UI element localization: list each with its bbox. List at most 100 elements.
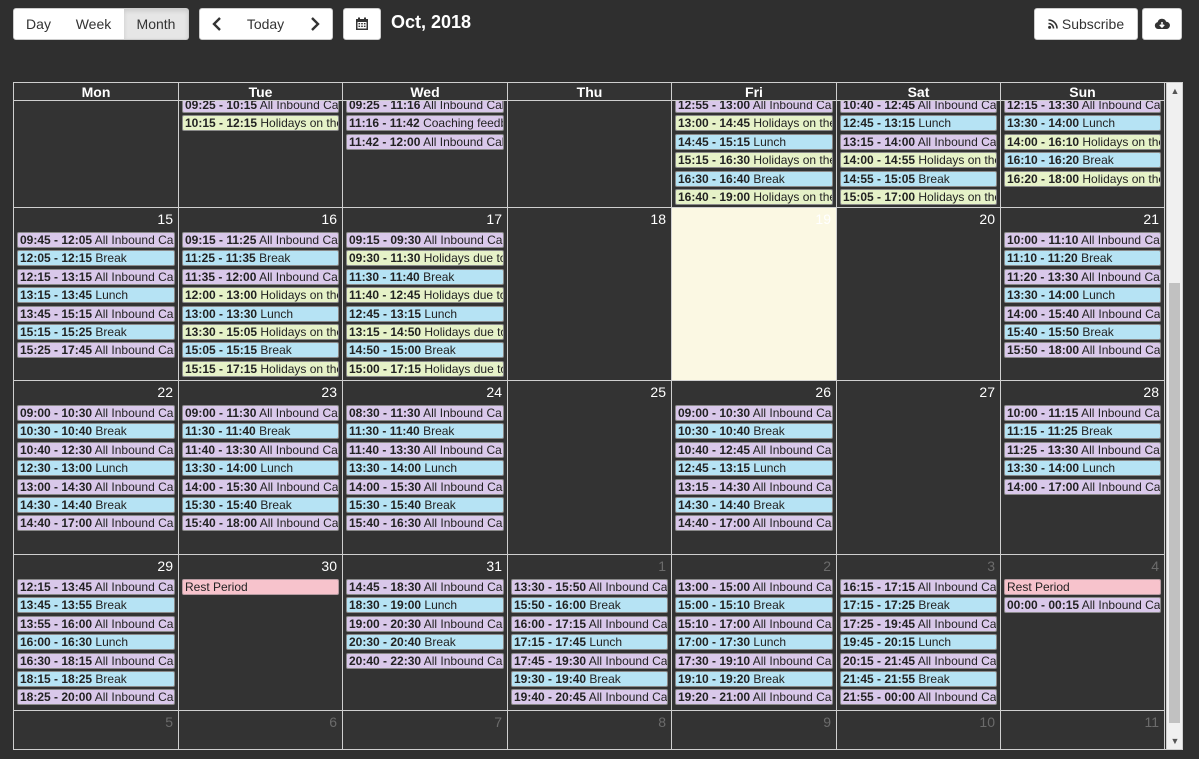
calendar-event[interactable]: 15:40 - 15:50 Break xyxy=(1004,324,1161,340)
calendar-event[interactable]: 15:40 - 18:00 All Inbound Ca xyxy=(182,515,339,532)
calendar-event[interactable]: 13:30 - 14:00 Lunch xyxy=(182,460,339,477)
calendar-event[interactable]: 09:25 - 10:15 All Inbound Ca xyxy=(182,101,339,113)
calendar-event[interactable]: 09:00 - 11:30 All Inbound Ca xyxy=(182,405,339,421)
calendar-event[interactable]: 16:00 - 17:15 All Inbound Ca xyxy=(511,615,668,632)
calendar-event[interactable]: 15:30 - 15:40 Break xyxy=(182,497,339,513)
calendar-event[interactable]: 15:40 - 16:30 All Inbound Ca xyxy=(346,515,504,532)
calendar-event[interactable]: 19:00 - 20:30 All Inbound Ca xyxy=(346,615,504,632)
week-view-button[interactable]: Week xyxy=(63,8,125,40)
calendar-event[interactable]: 15:10 - 17:00 All Inbound Ca xyxy=(675,615,833,632)
day-cell[interactable]: 16 09:15 - 11:25 All Inbound Ca 11:25 - 11… xyxy=(179,208,343,381)
calendar-event[interactable]: 13:30 - 14:00 Lunch xyxy=(1004,287,1161,304)
calendar-event[interactable]: 19:45 - 20:15 Lunch xyxy=(840,634,997,651)
calendar-event[interactable]: 13:00 - 14:45 Holidays on the xyxy=(675,115,833,132)
day-cell[interactable]: 30 Rest Period xyxy=(179,555,343,711)
calendar-event[interactable]: Rest Period xyxy=(1004,579,1161,595)
calendar-event[interactable]: 09:30 - 11:30 Holidays due to xyxy=(346,250,504,267)
calendar-event[interactable]: 13:30 - 14:00 Lunch xyxy=(1004,460,1161,477)
day-cell[interactable]: 27 xyxy=(837,381,1001,555)
subscribe-button[interactable]: Subscribe xyxy=(1034,8,1138,40)
calendar-event[interactable]: 13:30 - 14:00 Lunch xyxy=(1004,115,1161,132)
calendar-event[interactable]: 13:00 - 13:30 Lunch xyxy=(182,305,339,322)
calendar-event[interactable]: 16:10 - 16:20 Break xyxy=(1004,152,1161,169)
calendar-event[interactable]: 16:40 - 19:00 Holidays on the xyxy=(675,189,833,205)
download-button[interactable] xyxy=(1142,8,1182,40)
calendar-event[interactable]: 12:45 - 13:15 Lunch xyxy=(675,460,833,477)
calendar-event[interactable]: 14:50 - 15:00 Break xyxy=(346,342,504,359)
calendar-event[interactable]: 14:00 - 17:00 All Inbound Ca xyxy=(1004,478,1161,495)
calendar-event[interactable]: 11:16 - 11:42 Coaching feedb xyxy=(346,115,504,132)
day-cell[interactable]: 28 10:00 - 11:15 All Inbound Cal 11:15 - 1… xyxy=(1001,381,1165,555)
calendar-event[interactable]: 14:00 - 14:55 Holidays on the xyxy=(840,152,997,169)
calendar-event[interactable]: 13:45 - 15:15 All Inbound Ca xyxy=(17,305,175,322)
day-cell[interactable]: 09:25 - 10:15 All Inbound Ca 10:15 - 12:1… xyxy=(179,101,343,208)
calendar-event[interactable]: 13:30 - 15:05 Holidays on the xyxy=(182,324,339,340)
calendar-event[interactable]: 15:15 - 15:25 Break xyxy=(17,324,175,340)
day-cell[interactable] xyxy=(508,101,672,208)
calendar-event[interactable]: 12:30 - 13:00 Lunch xyxy=(17,460,175,477)
day-cell[interactable]: 12:55 - 13:00 All Inbound Ca 13:00 - 14:4… xyxy=(672,101,837,208)
calendar-event[interactable]: 11:20 - 13:30 All Inbound Cal xyxy=(1004,268,1161,285)
day-cell[interactable]: 10 xyxy=(837,711,1001,749)
calendar-event[interactable]: 16:20 - 18:00 Holidays on the xyxy=(1004,170,1161,187)
day-cell[interactable]: 31 14:45 - 18:30 All Inbound Ca 18:30 - 19… xyxy=(343,555,508,711)
calendar-event[interactable]: 12:15 - 13:15 All Inbound Ca xyxy=(17,268,175,285)
calendar-event[interactable]: 08:30 - 11:30 All Inbound Ca xyxy=(346,405,504,421)
day-cell[interactable]: 20 xyxy=(837,208,1001,381)
day-cell[interactable]: 6 xyxy=(179,711,343,749)
calendar-event[interactable]: 09:00 - 10:30 All Inbound Ca xyxy=(17,405,175,421)
calendar-event[interactable]: 14:00 - 15:30 All Inbound Ca xyxy=(346,478,504,495)
calendar-event[interactable]: 12:15 - 13:45 All Inbound Ca xyxy=(17,579,175,595)
next-button[interactable] xyxy=(297,8,333,40)
calendar-event[interactable]: 12:15 - 13:30 All Inbound Ca xyxy=(1004,101,1161,113)
calendar-event[interactable]: 11:35 - 12:00 All Inbound Ca xyxy=(182,268,339,285)
calendar-event[interactable]: 21:55 - 00:00 All Inbound Ca xyxy=(840,689,997,706)
calendar-event[interactable]: 17:15 - 17:25 Break xyxy=(840,597,997,614)
calendar-event[interactable]: 10:40 - 12:45 All Inbound Ca xyxy=(840,101,997,113)
calendar-event[interactable]: 09:25 - 11:16 All Inbound Cal xyxy=(346,101,504,113)
calendar-event[interactable]: 16:30 - 16:40 Break xyxy=(675,170,833,187)
calendar-event[interactable]: 13:30 - 15:50 All Inbound Ca xyxy=(511,579,668,595)
calendar-event[interactable]: 15:00 - 15:10 Break xyxy=(675,597,833,614)
day-cell[interactable]: 1 13:30 - 15:50 All Inbound Ca 15:50 - 16:… xyxy=(508,555,672,711)
prev-button[interactable] xyxy=(199,8,235,40)
calendar-event[interactable]: 11:25 - 11:35 Break xyxy=(182,250,339,267)
calendar-event[interactable]: 15:05 - 15:15 Break xyxy=(182,342,339,359)
calendar-event[interactable]: 13:45 - 13:55 Break xyxy=(17,597,175,614)
day-cell[interactable]: 19 xyxy=(672,208,837,381)
calendar-event[interactable]: 14:00 - 16:10 Holidays on the xyxy=(1004,133,1161,150)
calendar-event[interactable]: 11:15 - 11:25 Break xyxy=(1004,423,1161,440)
calendar-event[interactable]: 15:50 - 18:00 All Inbound Ca xyxy=(1004,342,1161,359)
calendar-event[interactable]: 11:40 - 13:30 All Inbound Ca xyxy=(182,441,339,458)
calendar-event[interactable]: 09:15 - 09:30 All Inbound Ca xyxy=(346,232,504,248)
day-cell[interactable]: 2 13:00 - 15:00 All Inbound Ca 15:00 - 15:… xyxy=(672,555,837,711)
day-cell[interactable]: 5 xyxy=(14,711,179,749)
calendar-event[interactable]: 14:45 - 18:30 All Inbound Ca xyxy=(346,579,504,595)
calendar-event[interactable]: 09:45 - 12:05 All Inbound Ca xyxy=(17,232,175,248)
day-cell[interactable]: 7 xyxy=(343,711,508,749)
calendar-event[interactable]: 13:00 - 15:00 All Inbound Ca xyxy=(675,579,833,595)
day-cell[interactable]: 29 12:15 - 13:45 All Inbound Ca 13:45 - 13… xyxy=(14,555,179,711)
calendar-event[interactable]: 17:30 - 19:10 All Inbound Ca xyxy=(675,652,833,669)
day-cell[interactable]: 24 08:30 - 11:30 All Inbound Ca 11:30 - 11… xyxy=(343,381,508,555)
calendar-event[interactable]: 19:20 - 21:00 All Inbound Ca xyxy=(675,689,833,706)
calendar-event[interactable]: 13:15 - 14:50 Holidays due to xyxy=(346,324,504,340)
calendar-event[interactable]: 18:25 - 20:00 All Inbound Ca xyxy=(17,689,175,706)
calendar-event[interactable]: 14:00 - 15:40 All Inbound Ca xyxy=(1004,305,1161,322)
day-cell[interactable]: 11 xyxy=(1001,711,1165,749)
calendar-event[interactable]: 12:45 - 13:15 Lunch xyxy=(840,115,997,132)
day-cell[interactable]: 15 09:45 - 12:05 All Inbound Ca 12:05 - 12… xyxy=(14,208,179,381)
calendar-event[interactable]: 11:42 - 12:00 All Inbound Cal xyxy=(346,133,504,150)
day-cell[interactable]: 09:25 - 11:16 All Inbound Cal 11:16 - 11:… xyxy=(343,101,508,208)
calendar-event[interactable]: 12:00 - 13:00 Holidays on the xyxy=(182,287,339,304)
calendar-event[interactable]: 20:15 - 21:45 All Inbound Ca xyxy=(840,652,997,669)
day-view-button[interactable]: Day xyxy=(13,8,64,40)
calendar-event[interactable]: 10:30 - 10:40 Break xyxy=(17,423,175,440)
calendar-event[interactable]: 15:00 - 17:15 Holidays due to xyxy=(346,360,504,377)
day-cell[interactable]: 9 xyxy=(672,711,837,749)
day-cell[interactable]: 8 xyxy=(508,711,672,749)
day-cell[interactable]: 25 xyxy=(508,381,672,555)
day-cell[interactable]: 18 xyxy=(508,208,672,381)
calendar-event[interactable]: 13:55 - 16:00 All Inbound Ca xyxy=(17,615,175,632)
calendar-event[interactable]: 17:15 - 17:45 Lunch xyxy=(511,634,668,651)
